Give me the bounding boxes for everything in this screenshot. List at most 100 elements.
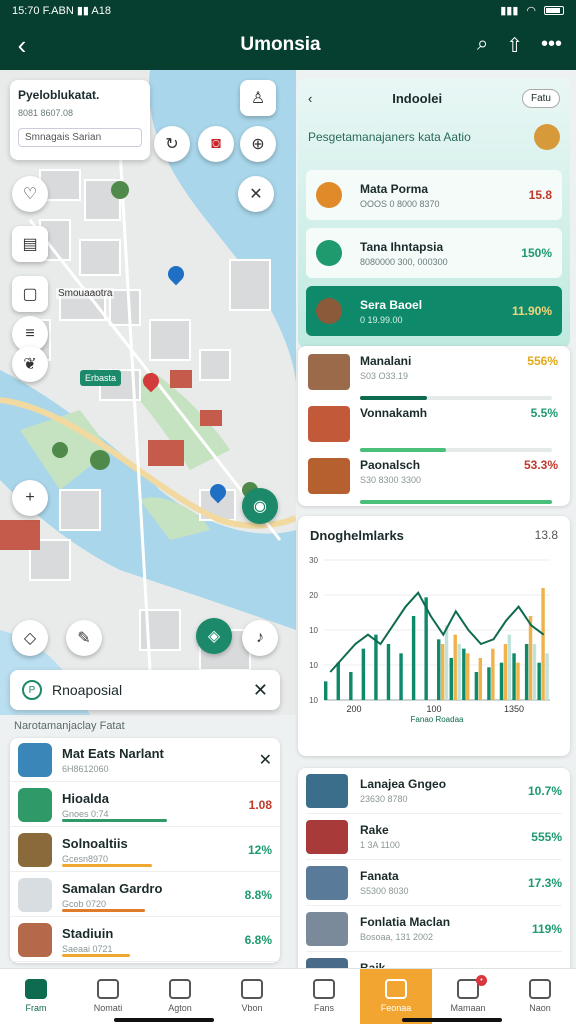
search-icon[interactable]: ⌕	[477, 33, 488, 58]
green-place-label[interactable]: Erbasta	[80, 370, 122, 386]
zoom-in-icon[interactable]: +	[12, 480, 48, 516]
location-pin-icon[interactable]: ◉	[242, 488, 278, 524]
progress-fill	[360, 448, 447, 452]
navigate-icon[interactable]: ◈	[196, 618, 232, 654]
microphone-icon[interactable]: ♪	[242, 620, 278, 656]
progress-value: 556%	[527, 354, 558, 368]
x-tick-label: 200	[346, 704, 361, 714]
camera-icon[interactable]: ◙	[198, 126, 234, 162]
list-item[interactable]: Hioalda Gnoes 0:74 1.08	[10, 783, 280, 827]
chart-bar	[453, 634, 457, 700]
highlight-text: Mata Porma OOOS 0 8000 8370	[360, 182, 440, 209]
chart-bar	[457, 644, 461, 700]
place-row[interactable]: Rake 1 3A 1100 555%	[306, 814, 562, 860]
location-card[interactable]: Pyeloblukatat. 8081 8607.08 Smnagais Sar…	[10, 80, 150, 160]
highlight-icon	[316, 298, 342, 324]
place-row[interactable]: Fanata S5300 8030 17.3%	[306, 860, 562, 906]
y-tick-label: 30	[309, 556, 318, 565]
bottom-nav: Fram Nomati Agton Vbon Fans Feonaa Mamaan • Naon	[0, 968, 576, 1024]
chart-bar	[374, 634, 378, 700]
highlight-row[interactable]: Mata Porma OOOS 0 8000 8370 15.8	[306, 170, 562, 220]
list-item-meta: 6H8612060	[62, 763, 109, 774]
nav-item-7[interactable]: Naon	[504, 969, 576, 1024]
home-indicator-2	[402, 1018, 502, 1022]
chart-bar	[449, 658, 453, 700]
progress-row[interactable]: Vonnakamh 5.5%	[308, 406, 558, 456]
chart-bar	[437, 639, 441, 700]
progress-row[interactable]: Paonalsch S30 8300 3300 53.3%	[308, 458, 558, 508]
list-item[interactable]: Solnoaltiis Gcesn8970 12%	[10, 828, 280, 872]
chart-bar	[336, 662, 340, 700]
list-item[interactable]: Mat Eats Narlant 6H8612060 ✕	[10, 738, 280, 782]
nav-icon	[529, 979, 551, 999]
highlight-name: Sera Baoel	[360, 297, 423, 312]
highlight-text: Sera Baoel 0 19.99.00	[360, 298, 422, 325]
nav-item-0[interactable]: Fram	[0, 969, 72, 1024]
highlight-meta: 8080000 300, 000300	[360, 256, 448, 267]
progress-meta: S03 O33.19	[360, 371, 409, 381]
avatar[interactable]	[534, 124, 560, 150]
place-row[interactable]: Fonlatia Maclan Bosoaa, 131 2002 119%	[306, 906, 562, 952]
chart-bar	[528, 616, 533, 700]
nav-item-1[interactable]: Nomati	[72, 969, 144, 1024]
zoom-search-icon[interactable]: ⊕	[240, 126, 276, 162]
list-item-meta: Gcesn8970	[62, 853, 109, 864]
list-item-bar	[62, 954, 130, 957]
list-thumbnail	[18, 742, 52, 777]
nav-item-3[interactable]: Vbon	[216, 969, 288, 1024]
nav-label: Feonaa	[380, 1003, 412, 1013]
document-icon[interactable]: ▢	[12, 276, 48, 312]
highlight-row[interactable]: Tana Ihntapsia 8080000 300, 000300 150%	[306, 228, 562, 278]
chart-bar	[466, 653, 470, 700]
chart-bar	[462, 648, 466, 700]
close-route-icon[interactable]: ✕	[238, 176, 274, 212]
clipboard-icon[interactable]: ▤	[12, 226, 48, 262]
chart-bar	[478, 658, 483, 700]
more-icon[interactable]: •••	[541, 33, 562, 58]
back-button[interactable]: ‹	[0, 20, 44, 70]
nav-item-4[interactable]: Fans	[288, 969, 360, 1024]
share-icon[interactable]: ⇧	[506, 33, 523, 58]
leaf-icon[interactable]: ❦	[12, 346, 48, 382]
list-item-bar	[62, 819, 167, 822]
place-search-label: Rnoaposial	[52, 682, 123, 698]
nav-icon	[385, 979, 407, 999]
place-search-chip[interactable]: P Rnoaposial ✕	[10, 670, 280, 710]
list-item-meta: Gcob 0720	[62, 898, 107, 909]
pen-icon[interactable]: ✎	[66, 620, 102, 656]
nav-label: Agton	[168, 1003, 192, 1013]
x-tick-label: 1350	[504, 704, 524, 714]
progress-text: Paonalsch S30 8300 3300	[360, 458, 421, 485]
progress-name: Vonnakamh	[360, 406, 428, 420]
heart-icon[interactable]: ♡	[12, 176, 48, 212]
highlight-value: 150%	[521, 246, 552, 260]
map-view[interactable]: Pyeloblukatat. 8081 8607.08 Smnagais Sar…	[0, 70, 296, 715]
nav-label: Nomati	[93, 1003, 123, 1013]
nav-item-2[interactable]: Agton	[144, 969, 216, 1024]
bar-chart: 10 10 10 20 30 200 100 1350 Fanao Roadaa	[309, 556, 550, 724]
close-icon[interactable]: ✕	[253, 680, 268, 701]
app-bar: ‹ Umonsia ⌕ ⇧ •••	[0, 20, 576, 70]
place-row[interactable]: Lanajea Gngeo 23630 8780 10.7%	[306, 768, 562, 814]
filter-pill[interactable]: Fatu	[521, 88, 560, 108]
list-item[interactable]: Samalan Gardro Gcob 0720 8.8%	[10, 873, 280, 917]
list-item-value: 6.8%	[244, 932, 272, 947]
close-icon[interactable]: ✕	[259, 750, 272, 770]
list-thumbnail	[18, 787, 52, 822]
shield-icon[interactable]: ◇	[12, 620, 48, 656]
list-item[interactable]: Stadiuin Saeaai 0721 6.8%	[10, 918, 280, 962]
nav-item-6[interactable]: Mamaan •	[432, 969, 504, 1024]
list-item-meta: Saeaai 0721	[62, 943, 113, 954]
nav-item-5[interactable]: Feonaa	[360, 969, 432, 1024]
person-icon[interactable]: ♙	[240, 80, 276, 116]
place-meta: S5300 8030	[360, 886, 409, 896]
list-thumbnail	[18, 922, 52, 957]
highlight-icon	[316, 240, 342, 266]
progress-row[interactable]: Manalani S03 O33.19 556%	[308, 354, 558, 404]
refresh-icon[interactable]: ↻	[154, 126, 190, 162]
location-button[interactable]: Smnagais Sarian	[18, 128, 142, 147]
highlight-row[interactable]: Sera Baoel 0 19.99.00 11.90%	[306, 286, 562, 336]
progress-value: 53.3%	[523, 458, 558, 472]
panel-subtitle: Pesgetamanajaners kata Aatio	[308, 130, 471, 144]
list-item-meta: Gnoes 0:74	[62, 808, 109, 819]
